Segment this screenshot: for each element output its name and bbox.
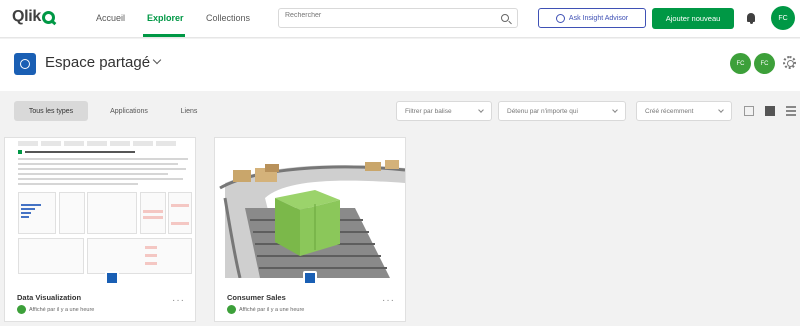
chevron-down-icon[interactable] xyxy=(152,55,162,65)
nav-tab-accueil[interactable]: Accueil xyxy=(96,13,125,23)
filter-tab-applications[interactable]: Applications xyxy=(96,101,162,121)
more-options-icon[interactable]: ··· xyxy=(382,295,395,306)
insight-button-label: Ask Insight Advisor xyxy=(568,14,629,22)
logo-text: Qlik xyxy=(12,8,42,25)
owner-filter-label: Détenu par n'importe qui xyxy=(507,107,578,115)
list-view-icon[interactable] xyxy=(786,106,796,116)
space-glyph-icon xyxy=(20,59,30,69)
sort-label: Créé récemment xyxy=(645,107,694,115)
small-grid-view-icon[interactable] xyxy=(744,106,754,116)
insight-icon xyxy=(555,13,565,23)
app-thumbnail xyxy=(215,138,405,278)
space-title: Espace partagé xyxy=(45,54,151,71)
card-title[interactable]: Consumer Sales xyxy=(227,293,286,302)
sort-dropdown[interactable]: Créé récemment xyxy=(636,101,732,121)
card-title[interactable]: Data Visualization xyxy=(17,293,81,302)
space-header: Espace partagé FC FC xyxy=(0,39,800,91)
app-card[interactable]: Data Visualization Affiché par il y a un… xyxy=(4,137,196,322)
card-meta-text: Affiché par il y a une heure xyxy=(239,306,305,313)
search-icon[interactable] xyxy=(501,14,509,22)
top-navigation-bar: Qlik Accueil Explorer Collections Ask In… xyxy=(0,0,800,38)
app-thumbnail xyxy=(5,138,195,278)
chevron-down-icon xyxy=(718,107,724,113)
owner-filter-dropdown[interactable]: Détenu par n'importe qui xyxy=(498,101,626,121)
nav-tab-explorer[interactable]: Explorer xyxy=(147,13,184,23)
large-grid-view-icon[interactable] xyxy=(765,106,775,116)
tag-filter-label: Filtrer par balise xyxy=(405,107,452,115)
active-tab-indicator xyxy=(143,34,185,37)
filter-tab-all-types[interactable]: Tous les types xyxy=(14,101,88,121)
chevron-down-icon xyxy=(478,107,484,113)
owner-avatar xyxy=(227,305,236,314)
owner-avatar xyxy=(17,305,26,314)
gear-icon[interactable] xyxy=(783,56,796,69)
notification-bell-icon[interactable] xyxy=(747,13,755,24)
card-meta: Affiché par il y a une heure xyxy=(17,305,94,314)
card-meta: Affiché par il y a une heure xyxy=(227,305,304,314)
tag-filter-dropdown[interactable]: Filtrer par balise xyxy=(396,101,492,121)
conveyor-illustration xyxy=(215,138,405,278)
chevron-down-icon xyxy=(612,107,618,113)
app-card[interactable]: Consumer Sales Affiché par il y a une he… xyxy=(214,137,406,322)
add-new-button[interactable]: Ajouter nouveau xyxy=(652,8,734,29)
nav-tab-collections[interactable]: Collections xyxy=(206,13,250,23)
filter-tab-links[interactable]: Liens xyxy=(170,101,208,121)
user-avatar[interactable]: FC xyxy=(771,6,795,30)
more-options-icon[interactable]: ··· xyxy=(172,295,185,306)
app-type-icon xyxy=(105,271,119,285)
sheet-preview xyxy=(15,138,195,278)
space-icon xyxy=(14,53,36,75)
space-member-avatar[interactable]: FC xyxy=(754,53,775,74)
card-meta-text: Affiché par il y a une heure xyxy=(29,306,95,313)
app-type-icon xyxy=(303,271,317,285)
space-member-avatar[interactable]: FC xyxy=(730,53,751,74)
logo-icon xyxy=(42,10,56,24)
search-input[interactable] xyxy=(285,12,485,19)
qlik-logo[interactable]: Qlik xyxy=(12,8,56,26)
ask-insight-advisor-button[interactable]: Ask Insight Advisor xyxy=(538,8,646,28)
search-box xyxy=(278,8,518,28)
